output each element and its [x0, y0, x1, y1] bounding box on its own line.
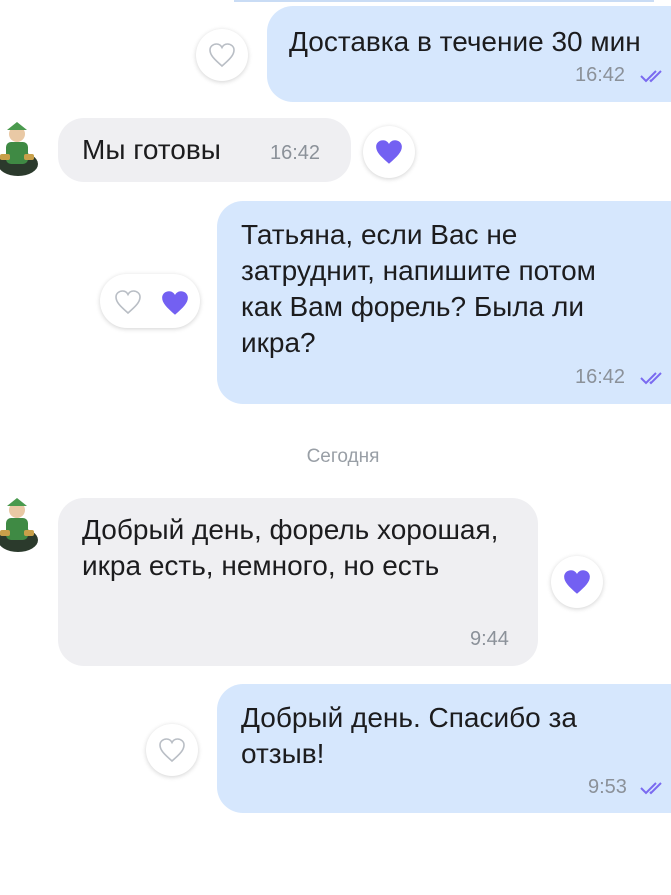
double-check-icon — [640, 782, 662, 795]
reactions-group[interactable] — [100, 274, 200, 328]
message-time: 16:42 — [575, 366, 626, 388]
heart-filled-icon — [162, 291, 188, 315]
message-time: 16:42 — [270, 142, 321, 164]
like-button[interactable] — [146, 724, 198, 776]
like-button[interactable] — [551, 556, 603, 608]
message-time: 9:44 — [470, 628, 509, 650]
date-separator: Сегодня — [306, 446, 380, 467]
avatar-icon — [0, 498, 38, 552]
heart-filled-icon — [564, 570, 590, 594]
heart-outline-icon — [159, 738, 185, 763]
message-bubble-outgoing[interactable]: Доставка в течение 30 мин — [267, 6, 671, 102]
like-button[interactable] — [363, 126, 415, 178]
message-time: 9:53 — [588, 776, 627, 798]
previous-message-edge — [234, 0, 654, 2]
like-button[interactable] — [196, 29, 248, 81]
message-text: Добрый день, форель хорошая, икра есть, … — [82, 514, 499, 581]
message-text: Доставка в течение 30 мин — [289, 26, 641, 57]
heart-filled-icon — [376, 140, 402, 164]
message-text: Татьяна, если Вас не затруднит, напишите… — [241, 219, 596, 358]
heart-outline-icon — [115, 290, 141, 315]
double-check-icon — [640, 70, 662, 83]
avatar-icon — [0, 122, 38, 176]
message-bubble-incoming[interactable]: Добрый день, форель хорошая, икра есть, … — [58, 498, 538, 666]
double-check-icon — [640, 372, 662, 385]
message-text: Мы готовы — [82, 134, 221, 165]
message-time: 16:42 — [575, 64, 626, 86]
heart-outline-icon — [209, 43, 235, 68]
message-text: Добрый день. Спасибо за отзыв! — [241, 702, 577, 769]
